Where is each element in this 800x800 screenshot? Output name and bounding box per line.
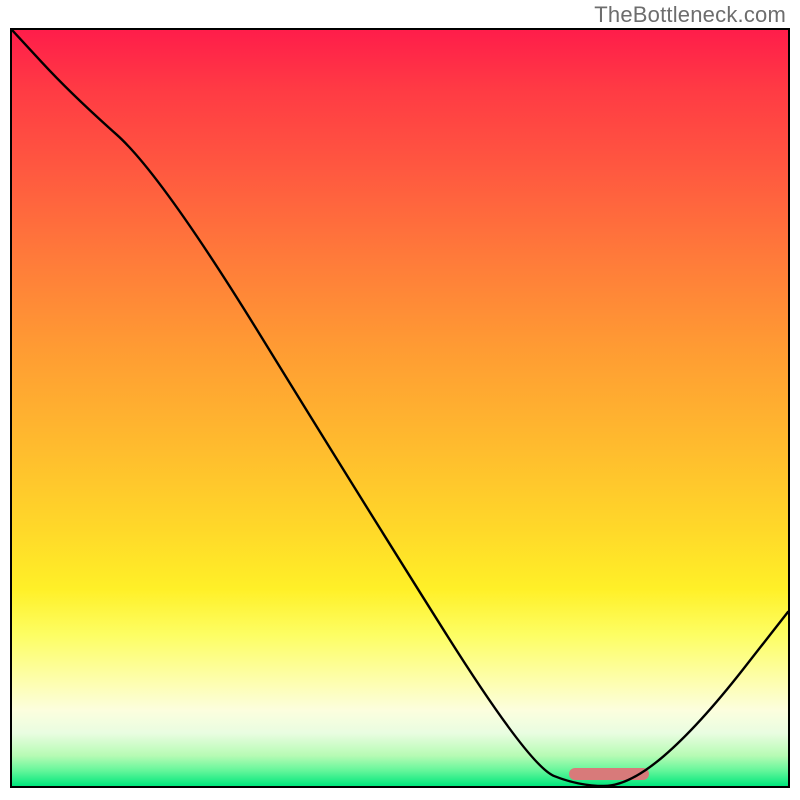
- optimal-marker: [569, 768, 649, 780]
- chart-frame: TheBottleneck.com: [0, 0, 800, 800]
- watermark-text: TheBottleneck.com: [594, 2, 786, 28]
- gradient-background: [12, 30, 788, 786]
- plot-area: [10, 28, 790, 788]
